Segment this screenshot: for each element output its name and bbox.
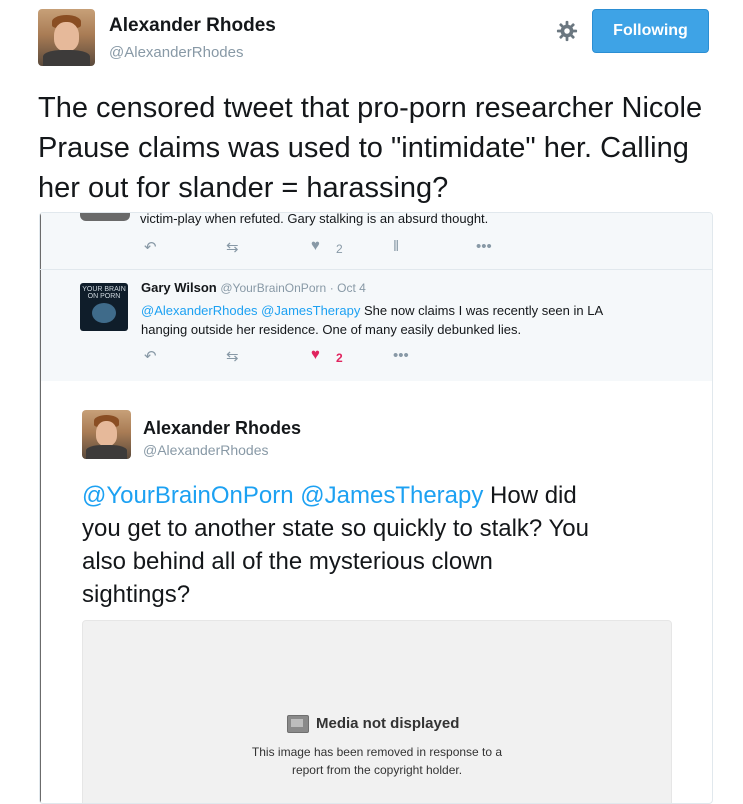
more-icon[interactable]: ••• (393, 347, 409, 364)
quoted-text-2: you get to another state so quickly to s… (82, 515, 589, 542)
reply-avatar-text: YOUR BRAIN ON PORN (82, 286, 126, 300)
media-title: Media not displayed (316, 715, 460, 732)
quoted-author-handle[interactable]: @AlexanderRhodes (143, 442, 269, 458)
heart-icon[interactable]: ♥ (311, 237, 320, 254)
tweet-text: The censored tweet that pro-porn researc… (38, 92, 703, 204)
quoted-text-3: also behind all of the mysterious clown (82, 548, 493, 575)
heart-icon[interactable]: ♥ (311, 346, 320, 363)
reply-text-line1: She now claims I was recently seen in LA (363, 303, 604, 318)
author-avatar[interactable] (38, 9, 95, 66)
divider (40, 213, 41, 803)
media-notice-line2: report from the copyright holder. (291, 763, 463, 777)
media-notice-line1: This image has been removed in response … (251, 745, 503, 759)
reply-author-handle[interactable]: @YourBrainOnPorn (220, 281, 326, 295)
reply-author-name[interactable]: Gary Wilson (141, 280, 217, 295)
retweet-icon[interactable]: ⇆ (226, 238, 239, 256)
reply-date[interactable]: · Oct 4 (330, 281, 366, 295)
gear-icon[interactable] (556, 20, 578, 42)
quoted-avatar[interactable] (82, 410, 131, 459)
divider (40, 269, 712, 270)
quoted-tweet-text: @YourBrainOnPorn @JamesTherapy How did y… (82, 479, 692, 611)
like-count: 2 (336, 242, 343, 256)
following-button[interactable]: Following (592, 9, 709, 53)
quoted-author-name[interactable]: Alexander Rhodes (143, 418, 301, 439)
author-handle[interactable]: @AlexanderRhodes (109, 44, 243, 61)
quoted-text-1: How did (490, 482, 577, 509)
reply-text: @AlexanderRhodes @JamesTherapy She now c… (141, 301, 701, 339)
media-icon (287, 715, 309, 733)
reply-mentions[interactable]: @AlexanderRhodes @JamesTherapy (141, 303, 360, 318)
more-icon[interactable]: ••• (476, 238, 492, 255)
reply-text-line2: hanging outside her residence. One of ma… (141, 322, 522, 337)
author-name[interactable]: Alexander Rhodes (109, 15, 276, 37)
reply-icon[interactable]: ↶ (144, 238, 157, 256)
media-placeholder: Media not displayed This image has been … (82, 620, 672, 803)
media-notice: This image has been removed in response … (83, 743, 671, 779)
quoted-mentions[interactable]: @YourBrainOnPorn @JamesTherapy (82, 482, 483, 509)
retweet-icon[interactable]: ⇆ (226, 347, 239, 365)
thread-context (40, 213, 712, 381)
reply-icon[interactable]: ↶ (144, 347, 157, 365)
reply-header: Gary Wilson @YourBrainOnPorn · Oct 4 (141, 280, 366, 295)
analytics-icon[interactable]: ‖ (393, 238, 399, 255)
quoted-text-4: sightings? (82, 581, 191, 608)
like-count: 2 (336, 351, 343, 365)
embedded-thread: victim-play when refuted. Gary stalking … (39, 212, 713, 804)
reply-avatar[interactable]: YOUR BRAIN ON PORN (80, 283, 128, 331)
prev-avatar-fragment (80, 213, 130, 221)
prev-tweet-snippet: victim-play when refuted. Gary stalking … (140, 212, 489, 226)
